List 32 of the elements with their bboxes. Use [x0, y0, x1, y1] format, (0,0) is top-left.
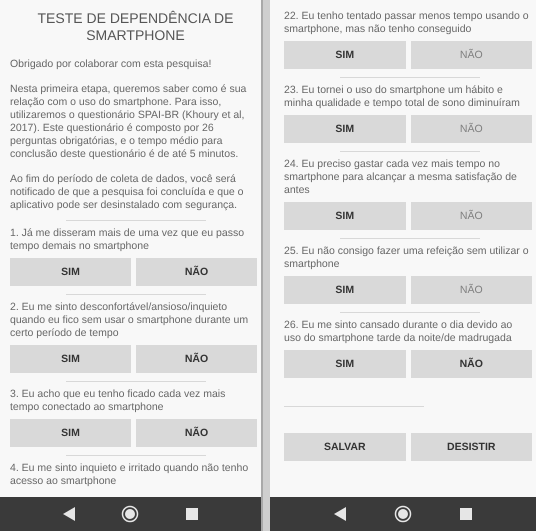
answer-button[interactable]: NÃO: [136, 258, 257, 286]
screen-title: TESTE DE DEPENDÊNCIA DE SMARTPHONE: [36, 9, 235, 44]
answer-button[interactable]: SIM: [10, 258, 131, 286]
intro-paragraph: Obrigado por colaborar com esta pesquisa!: [10, 58, 212, 71]
answer-button[interactable]: SIM: [10, 419, 131, 447]
answer-button[interactable]: SIM: [284, 41, 406, 69]
back-icon[interactable]: [63, 507, 76, 521]
question-text: 2. Eu me sinto desconfortável/ansioso/inquieto quando eu fico sem usar o smartphone durante um certo período de tempo: [10, 301, 250, 340]
answer-button[interactable]: SIM: [284, 202, 406, 230]
answer-button[interactable]: SIM: [10, 345, 131, 373]
answer-button[interactable]: SIM: [284, 276, 406, 304]
question-text: 24. Eu preciso gastar cada vez mais tempo no smartphone para alcançar a mesma satisfação de antes: [284, 158, 518, 197]
action-button[interactable]: SALVAR: [284, 433, 406, 461]
answer-button[interactable]: NÃO: [136, 419, 257, 447]
question-text: 3. Eu acho que eu tenho ficado cada vez mais tempo conectado ao smartphone: [10, 388, 226, 414]
question-text: 26. Eu me sinto cansado durante o dia devido ao uso do smartphone tarde da noite/de madrugada: [284, 319, 514, 345]
home-icon[interactable]: [394, 505, 412, 523]
recents-icon[interactable]: [186, 508, 198, 520]
answer-button[interactable]: NÃO: [136, 345, 257, 373]
answer-button[interactable]: SIM: [284, 115, 406, 143]
intro-paragraph: Nesta primeira etapa, queremos saber como é sua relação com o uso do smartphone. Para isso, utilizaremos o questionário SPAI-BR (Khoury et al, 2017). Este questionário é composto por 26 perguntas obrigatórias, e o tempo médio para conclusão deste questionário é de até 5 minutos.: [10, 83, 248, 161]
answer-button[interactable]: NÃO: [410, 350, 532, 378]
question-text: 22. Eu tenho tentado passar menos tempo usando o smartphone, mas não tenho conseguido: [284, 10, 530, 36]
answer-button[interactable]: SIM: [284, 350, 406, 378]
action-button[interactable]: DESISTIR: [410, 433, 532, 461]
question-text: 25. Eu não consigo fazer uma refeição sem utilizar o smartphone: [284, 245, 530, 271]
back-icon[interactable]: [334, 507, 346, 521]
intro-paragraph: Ao fim do período de coleta de dados, você será notificado de que a pesquisa foi concluída e que o aplicativo pode ser desinstalado com segurança.: [10, 173, 245, 212]
question-text: 1. Já me disseram mais de uma vez que eu passo tempo demais no smartphone: [10, 227, 246, 253]
question-text: 23. Eu tornei o uso do smartphone um hábito e minha qualidade e tempo total de sono diminuíram: [284, 84, 521, 110]
home-icon[interactable]: [121, 505, 140, 523]
question-text: 4. Eu me sinto inquieto e irritado quando não tenho acesso ao smartphone: [10, 462, 250, 488]
